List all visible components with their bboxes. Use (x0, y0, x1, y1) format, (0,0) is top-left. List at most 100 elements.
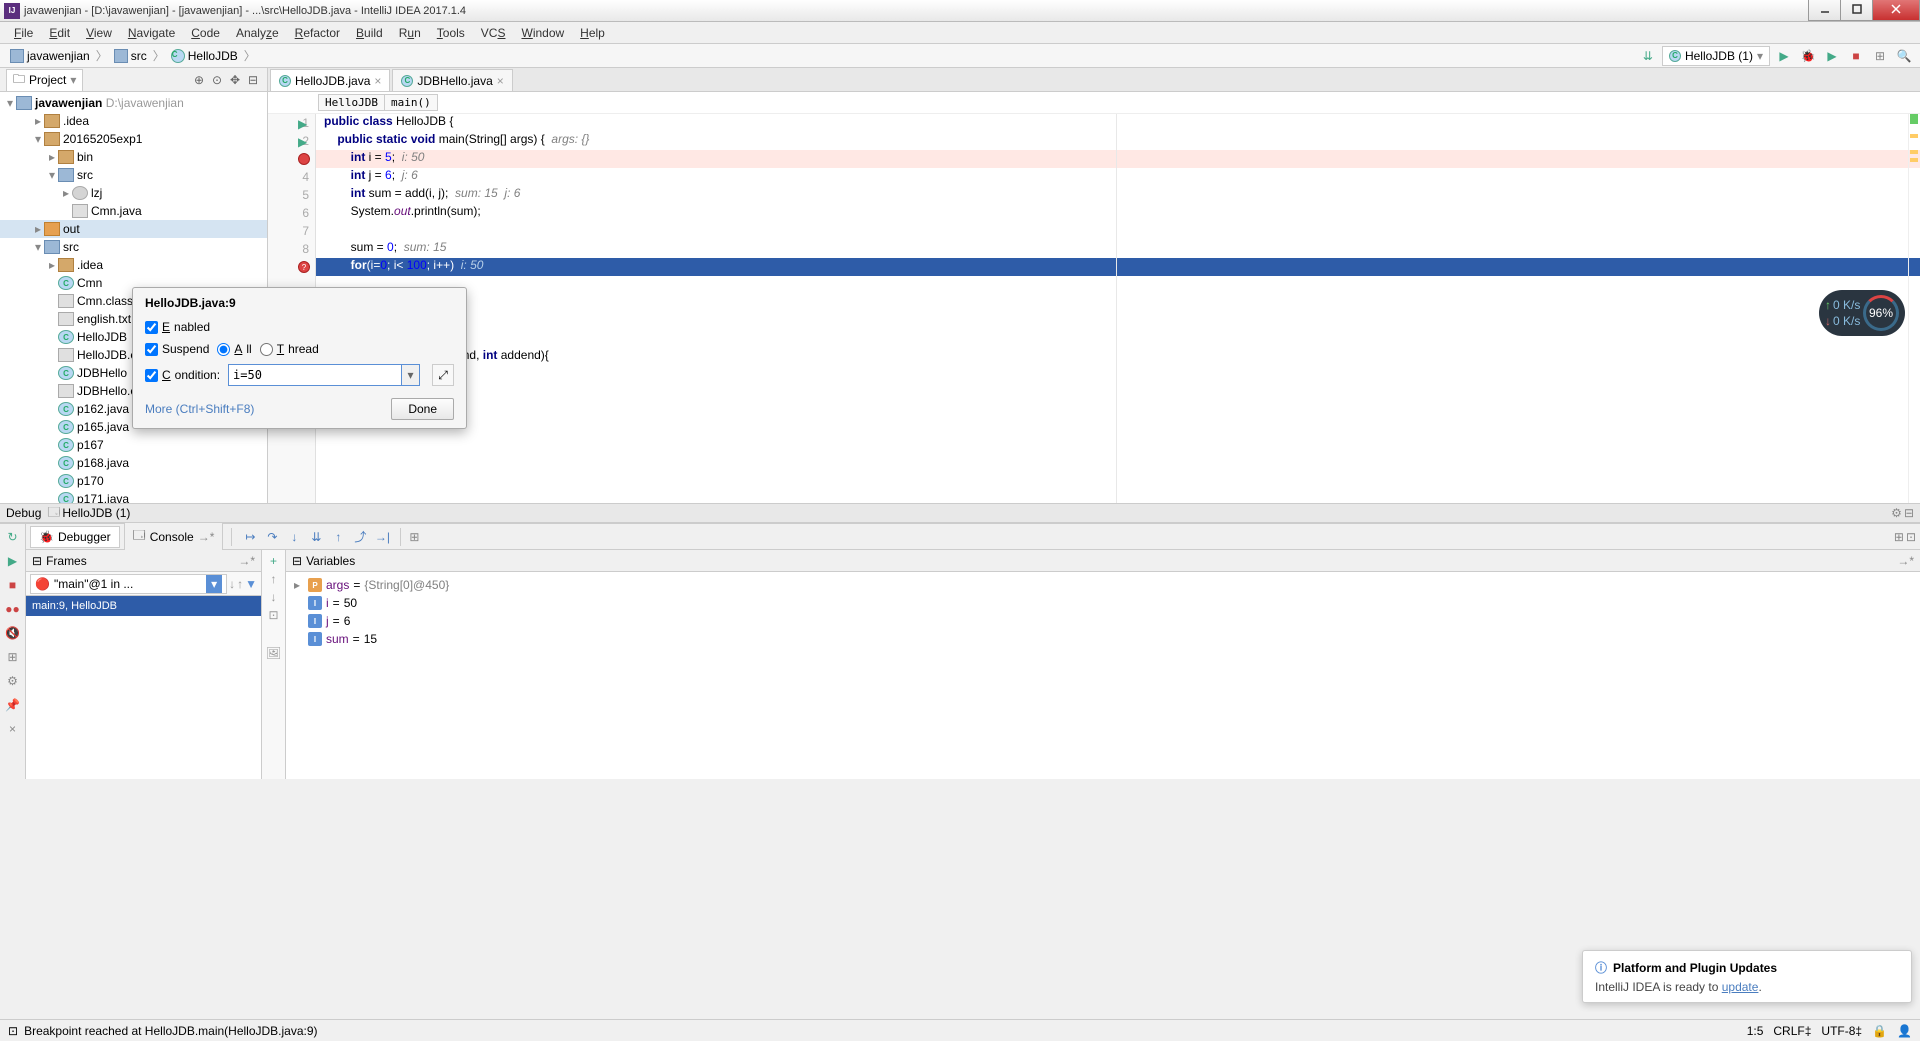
gutter-row[interactable]: 7 (268, 222, 315, 240)
code-line[interactable]: sum = 0; sum: 15 (316, 240, 1920, 258)
tree-row[interactable]: ▸.idea (0, 256, 267, 274)
stop-button[interactable]: ■ (4, 576, 22, 594)
filter-button[interactable]: ▼ (245, 577, 257, 591)
close-icon[interactable]: × (374, 74, 381, 88)
error-stripe[interactable] (1908, 114, 1920, 503)
layout-button[interactable]: ⊞ (4, 648, 22, 666)
code-line[interactable]: int i = 5; i: 50 (316, 150, 1920, 168)
frame-list[interactable]: main:9, HelloJDB (26, 596, 261, 779)
code-line[interactable]: ntln(sum); (316, 312, 1920, 330)
gutter-row[interactable]: 9 (268, 258, 315, 276)
breakpoint-done-button[interactable]: Done (391, 398, 454, 420)
condition-history-dropdown[interactable]: ▾ (402, 364, 420, 386)
tree-row[interactable]: ▾src (0, 238, 267, 256)
gutter-row[interactable]: 4 (268, 168, 315, 186)
mute-breakpoints-button[interactable]: 🔇 (4, 624, 22, 642)
menu-help[interactable]: Help (572, 24, 613, 42)
tree-row[interactable]: p167 (0, 436, 267, 454)
step-into-button[interactable]: ↓ (284, 527, 304, 547)
tree-row-root[interactable]: ▾ javawenjian D:\javawenjian (0, 94, 267, 112)
code-line[interactable]: int j = 6; j: 6 (316, 168, 1920, 186)
debug-button[interactable]: 🐞 (1798, 46, 1818, 66)
expand-condition-button[interactable]: ⤢ (432, 364, 454, 386)
force-step-into-button[interactable]: ⇊ (306, 527, 326, 547)
breadcrumb-item[interactable]: src (110, 45, 151, 67)
update-link[interactable]: update (1722, 980, 1759, 994)
menu-build[interactable]: Build (348, 24, 391, 42)
menu-navigate[interactable]: Navigate (120, 24, 183, 42)
tree-row[interactable]: ▸.idea (0, 112, 267, 130)
code-line[interactable]: t add(int augend, int addend){ (316, 348, 1920, 366)
prev-frame-button[interactable]: ↓ (229, 577, 235, 591)
insert-mode-icon[interactable]: 🔒 (1872, 1024, 1887, 1038)
code-line[interactable]: System.out.println(sum); (316, 204, 1920, 222)
frame-row[interactable]: main:9, HelloJDB (26, 596, 261, 616)
hide-icon[interactable]: ⊟ (245, 72, 261, 88)
tree-row[interactable]: ▾20165205exp1 (0, 130, 267, 148)
run-icon[interactable]: ▶ (298, 117, 310, 129)
rerun-button[interactable]: ↻ (4, 528, 22, 546)
breakpoint-suspend-checkbox[interactable]: Suspend (145, 342, 209, 356)
gutter-row[interactable]: 3 (268, 150, 315, 168)
tree-row[interactable]: ▾src (0, 166, 267, 184)
tree-row[interactable]: p170 (0, 472, 267, 490)
stop-button[interactable]: ■ (1846, 46, 1866, 66)
settings-button[interactable]: ⚙ (4, 672, 22, 690)
variables-list[interactable]: ▸Pargs = {String[0]@450}Ii = 50Ij = 6Isu… (286, 572, 1920, 779)
search-everywhere-button[interactable]: 🔍 (1894, 46, 1914, 66)
variable-row[interactable]: Isum = 15 (294, 630, 1912, 648)
menu-view[interactable]: View (78, 24, 120, 42)
line-separator[interactable]: CRLF‡ (1773, 1024, 1811, 1038)
file-encoding[interactable]: UTF-8‡ (1821, 1024, 1862, 1038)
close-icon[interactable]: × (497, 74, 504, 88)
console-tab[interactable]: 🗔 Console →* (124, 522, 224, 551)
code-line[interactable] (316, 294, 1920, 312)
restore-layout-icon[interactable]: ⊞ (1894, 530, 1904, 544)
hide-icon[interactable]: ⊟ (1904, 506, 1914, 520)
project-view-selector[interactable]: 🗀 Project ▾ (6, 69, 83, 91)
show-options-icon[interactable]: ⊡ (1906, 530, 1916, 544)
menu-code[interactable]: Code (183, 24, 228, 42)
code-line[interactable]: public static void main(String[] args) {… (316, 132, 1920, 150)
run-button[interactable]: ▶ (1774, 46, 1794, 66)
drop-frame-button[interactable]: ⤴ (350, 527, 370, 547)
breakpoint-condition-checkbox[interactable]: Condition: (145, 368, 220, 382)
breakpoint-suspend-all-radio[interactable]: All (217, 342, 251, 356)
step-out-button[interactable]: ↑ (328, 527, 348, 547)
menu-vcs[interactable]: VCS (473, 24, 514, 42)
step-over-button[interactable]: ↷ (262, 527, 282, 547)
nav-up-icon[interactable]: ↑ (271, 572, 277, 586)
next-frame-button[interactable]: ↑ (237, 577, 243, 591)
menu-refactor[interactable]: Refactor (287, 24, 348, 42)
hide-icon[interactable]: →* (238, 554, 255, 568)
run-icon[interactable]: ▶ (298, 135, 310, 147)
variable-row[interactable]: Ii = 50 (294, 594, 1912, 612)
pin-button[interactable]: 📌 (4, 696, 22, 714)
status-icon[interactable]: ⊡ (8, 1024, 18, 1038)
menu-window[interactable]: Window (513, 24, 572, 42)
code-line[interactable] (316, 222, 1920, 240)
editor-tab-hellojdb[interactable]: HelloJDB.java × (270, 69, 390, 91)
collapse-all-icon[interactable]: ⊕ (191, 72, 207, 88)
breadcrumb-class[interactable]: HelloJDB (318, 94, 385, 111)
code-line[interactable] (316, 330, 1920, 348)
menu-run[interactable]: Run (391, 24, 429, 42)
menu-file[interactable]: File (6, 24, 41, 42)
breakpoint-suspend-thread-radio[interactable]: Thread (260, 342, 319, 356)
scroll-from-source-icon[interactable]: ⊙ (209, 72, 225, 88)
gutter-row[interactable]: 8 (268, 240, 315, 258)
code-line[interactable]: public class HelloJDB { (316, 114, 1920, 132)
conditional-breakpoint-icon[interactable] (298, 261, 310, 273)
nav-down-icon[interactable]: ↓ (271, 590, 277, 604)
project-structure-button[interactable]: ⊞ (1870, 46, 1890, 66)
close-button[interactable]: × (4, 720, 22, 738)
show-execution-point-button[interactable]: ↦ (240, 527, 260, 547)
editor-tab-jdbhello[interactable]: JDBHello.java × (392, 69, 512, 91)
resume-button[interactable]: ▶ (4, 552, 22, 570)
run-to-cursor-button[interactable]: →| (372, 527, 392, 547)
evaluate-expression-button[interactable]: ⊞ (409, 530, 419, 544)
coverage-button[interactable]: ▶ (1822, 46, 1842, 66)
breakpoint-enabled-checkbox[interactable]: Enabled (145, 320, 210, 334)
tree-row[interactable]: ▸lzj (0, 184, 267, 202)
hide-icon[interactable]: →* (1897, 554, 1914, 568)
